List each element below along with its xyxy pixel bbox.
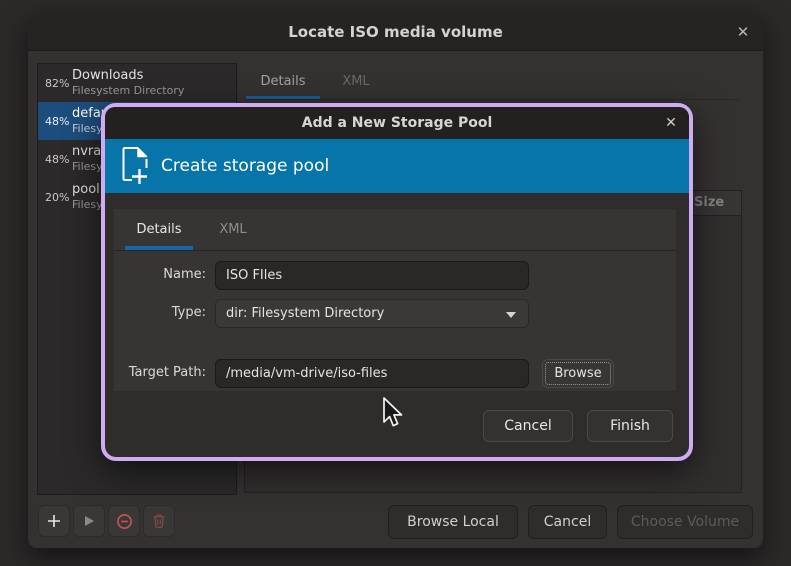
dialog-notebook: Details XML Name: Type: dir: Filesystem … <box>114 209 676 391</box>
size-column-header: Size <box>694 195 724 210</box>
create-pool-banner: Create storage pool <box>105 139 689 193</box>
close-icon[interactable]: ✕ <box>733 22 753 42</box>
desktop: Locate ISO media volume ✕ 82%DownloadsFi… <box>0 0 791 566</box>
window-title: Locate ISO media volume <box>288 23 503 41</box>
tab-details[interactable]: Details <box>246 63 320 100</box>
dialog-titlebar[interactable]: Add a New Storage Pool ✕ <box>105 107 689 139</box>
pool-name: Downloads <box>72 68 184 84</box>
browse-local-button[interactable]: Browse Local <box>388 505 518 539</box>
choose-volume-button: Choose Volume <box>617 505 753 539</box>
dialog-title: Add a New Storage Pool <box>302 115 493 131</box>
browse-button[interactable]: Browse <box>542 359 614 388</box>
pool-type: Filesystem Directory <box>72 84 184 98</box>
target-path-label: Target Path: <box>114 365 206 380</box>
dialog-tab-xml-label: XML <box>219 222 246 237</box>
plus-icon <box>46 513 62 529</box>
dialog-tabbar-divider <box>114 250 676 251</box>
type-dropdown-value: dir: Filesystem Directory <box>226 306 384 321</box>
dialog-cancel-button[interactable]: Cancel <box>483 410 573 442</box>
tab-xml-label: XML <box>342 74 369 89</box>
add-pool-button[interactable] <box>38 505 70 537</box>
type-label: Type: <box>114 305 206 320</box>
tabbar-divider <box>246 99 740 100</box>
type-dropdown[interactable]: dir: Filesystem Directory <box>215 299 529 328</box>
new-document-icon <box>118 146 152 186</box>
tab-details-label: Details <box>260 74 305 89</box>
pool-usage-percent: 82% <box>38 77 72 90</box>
play-icon <box>82 514 96 528</box>
dialog-finish-button[interactable]: Finish <box>587 410 673 442</box>
name-input[interactable] <box>215 261 529 290</box>
window-titlebar[interactable]: Locate ISO media volume ✕ <box>28 13 763 51</box>
tab-xml[interactable]: XML <box>328 63 384 100</box>
pool-usage-percent: 48% <box>38 115 72 128</box>
pool-usage-percent: 20% <box>38 191 72 204</box>
chevron-down-icon <box>506 312 516 318</box>
dialog-tab-details[interactable]: Details <box>125 209 193 250</box>
name-label: Name: <box>114 267 206 282</box>
window-cancel-button[interactable]: Cancel <box>528 505 607 539</box>
dialog-tab-details-label: Details <box>136 222 181 237</box>
delete-pool-button[interactable] <box>143 505 175 537</box>
stop-icon <box>116 513 133 530</box>
mouse-cursor <box>382 397 404 431</box>
dialog-tab-xml[interactable]: XML <box>205 209 261 250</box>
pool-row-Downloads[interactable]: 82%DownloadsFilesystem Directory <box>38 64 236 102</box>
target-path-input[interactable] <box>215 359 529 388</box>
banner-text: Create storage pool <box>161 156 329 176</box>
stop-pool-button[interactable] <box>108 505 140 537</box>
dialog-close-icon[interactable]: ✕ <box>662 114 680 132</box>
trash-icon <box>152 513 166 529</box>
start-pool-button[interactable] <box>73 505 105 537</box>
pool-details-tabbar: Details XML <box>238 63 754 100</box>
pool-usage-percent: 48% <box>38 153 72 166</box>
